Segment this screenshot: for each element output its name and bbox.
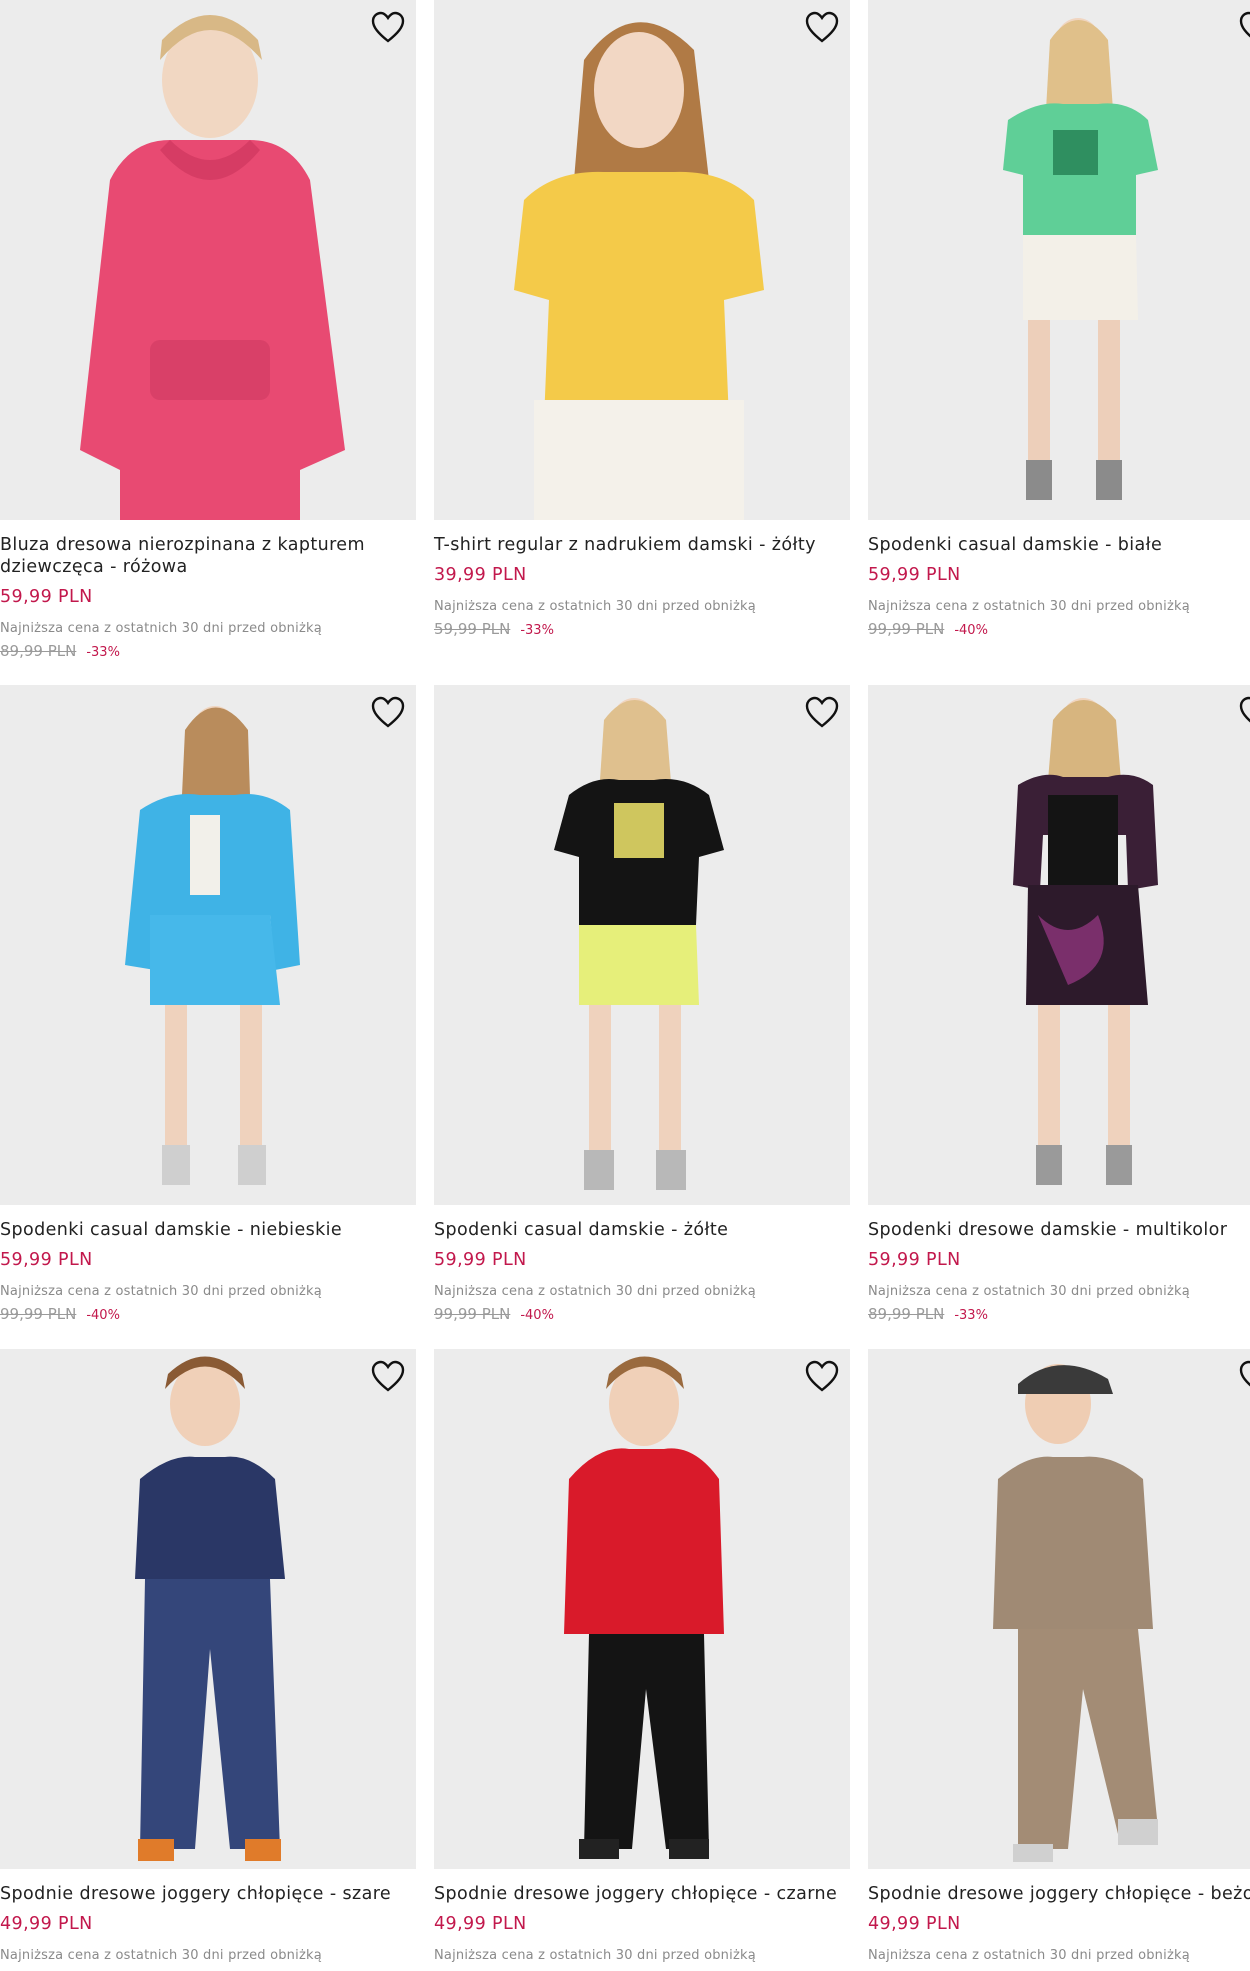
lowest-price-note: Najniższa cena z ostatnich 30 dni przed …	[434, 1284, 756, 1299]
favorite-heart-icon[interactable]	[370, 695, 406, 729]
lowest-price-note: Najniższa cena z ostatnich 30 dni przed …	[868, 1284, 1190, 1299]
product-image[interactable]	[0, 1349, 416, 1869]
product-photo	[0, 1349, 416, 1869]
product-title[interactable]: Spodenki casual damskie - białe	[868, 534, 1250, 556]
favorite-heart-icon[interactable]	[804, 1359, 840, 1393]
discount-badge: -33%	[520, 623, 554, 638]
product-price: 59,99 PLN	[0, 587, 93, 607]
product-card[interactable]: Spodenki dresowe damskie - multikolor 59…	[868, 685, 1250, 1323]
product-price: 49,99 PLN	[434, 1914, 527, 1934]
old-price: 99,99 PLN	[0, 1305, 77, 1323]
product-image[interactable]	[868, 1349, 1250, 1869]
old-price: 59,99 PLN	[434, 620, 511, 638]
product-title[interactable]: Bluza dresowa nierozpinana z kapturem dz…	[0, 534, 416, 578]
lowest-price-note: Najniższa cena z ostatnich 30 dni przed …	[0, 1284, 322, 1299]
favorite-heart-icon[interactable]	[804, 10, 840, 44]
old-price-row: 89,99 PLN -33%	[0, 642, 416, 660]
product-card[interactable]: Spodnie dresowe joggery chłopięce - beżo…	[868, 1349, 1250, 1963]
product-grid: Bluza dresowa nierozpinana z kapturem dz…	[0, 0, 1250, 1971]
product-photo	[868, 685, 1250, 1205]
product-price: 59,99 PLN	[434, 1250, 527, 1270]
product-title[interactable]: Spodnie dresowe joggery chłopięce - beżo…	[868, 1883, 1250, 1905]
product-title[interactable]: Spodenki casual damskie - żółte	[434, 1219, 850, 1241]
discount-badge: -40%	[520, 1308, 554, 1323]
product-photo	[434, 685, 850, 1205]
old-price: 99,99 PLN	[434, 1305, 511, 1323]
discount-badge: -40%	[954, 623, 988, 638]
product-photo	[0, 685, 416, 1205]
product-card[interactable]: Bluza dresowa nierozpinana z kapturem dz…	[0, 0, 416, 660]
product-card[interactable]: Spodenki casual damskie - białe 59,99 PL…	[868, 0, 1250, 638]
product-photo	[868, 1349, 1250, 1869]
old-price: 89,99 PLN	[0, 642, 77, 660]
product-price: 39,99 PLN	[434, 565, 527, 585]
product-price: 59,99 PLN	[0, 1250, 93, 1270]
product-card[interactable]: Spodenki casual damskie - żółte 59,99 PL…	[434, 685, 850, 1323]
old-price-row: 59,99 PLN -33%	[434, 620, 850, 638]
discount-badge: -33%	[86, 645, 120, 660]
product-title[interactable]: Spodnie dresowe joggery chłopięce - czar…	[434, 1883, 850, 1905]
lowest-price-note: Najniższa cena z ostatnich 30 dni przed …	[868, 1948, 1190, 1963]
favorite-heart-icon[interactable]	[1238, 695, 1250, 729]
product-image[interactable]	[868, 0, 1250, 520]
old-price-row: 99,99 PLN -40%	[868, 620, 1250, 638]
product-title[interactable]: Spodenki casual damskie - niebieskie	[0, 1219, 416, 1241]
product-card[interactable]: Spodnie dresowe joggery chłopięce - szar…	[0, 1349, 416, 1963]
product-title[interactable]: T-shirt regular z nadrukiem damski - żół…	[434, 534, 850, 556]
product-price: 49,99 PLN	[0, 1914, 93, 1934]
product-price: 59,99 PLN	[868, 1250, 961, 1270]
lowest-price-note: Najniższa cena z ostatnich 30 dni przed …	[434, 599, 756, 614]
favorite-heart-icon[interactable]	[1238, 10, 1250, 44]
product-title[interactable]: Spodenki dresowe damskie - multikolor	[868, 1219, 1250, 1241]
lowest-price-note: Najniższa cena z ostatnich 30 dni przed …	[868, 599, 1190, 614]
discount-badge: -33%	[954, 1308, 988, 1323]
lowest-price-note: Najniższa cena z ostatnich 30 dni przed …	[0, 1948, 322, 1963]
product-image[interactable]	[0, 0, 416, 520]
old-price-row: 99,99 PLN -40%	[434, 1305, 850, 1323]
product-card[interactable]: T-shirt regular z nadrukiem damski - żół…	[434, 0, 850, 638]
product-price: 59,99 PLN	[868, 565, 961, 585]
favorite-heart-icon[interactable]	[370, 1359, 406, 1393]
product-card[interactable]: Spodenki casual damskie - niebieskie 59,…	[0, 685, 416, 1323]
product-photo	[434, 1349, 850, 1869]
product-photo	[0, 0, 416, 520]
old-price: 99,99 PLN	[868, 620, 945, 638]
discount-badge: -40%	[86, 1308, 120, 1323]
product-photo	[434, 0, 850, 520]
product-image[interactable]	[434, 685, 850, 1205]
product-image[interactable]	[868, 685, 1250, 1205]
old-price-row: 99,99 PLN -40%	[0, 1305, 416, 1323]
favorite-heart-icon[interactable]	[1238, 1359, 1250, 1393]
product-photo	[868, 0, 1250, 520]
product-image[interactable]	[434, 0, 850, 520]
lowest-price-note: Najniższa cena z ostatnich 30 dni przed …	[0, 621, 322, 636]
product-card[interactable]: Spodnie dresowe joggery chłopięce - czar…	[434, 1349, 850, 1963]
old-price: 89,99 PLN	[868, 1305, 945, 1323]
old-price-row: 89,99 PLN -33%	[868, 1305, 1250, 1323]
lowest-price-note: Najniższa cena z ostatnich 30 dni przed …	[434, 1948, 756, 1963]
favorite-heart-icon[interactable]	[804, 695, 840, 729]
product-title[interactable]: Spodnie dresowe joggery chłopięce - szar…	[0, 1883, 416, 1905]
product-image[interactable]	[434, 1349, 850, 1869]
product-image[interactable]	[0, 685, 416, 1205]
product-price: 49,99 PLN	[868, 1914, 961, 1934]
favorite-heart-icon[interactable]	[370, 10, 406, 44]
